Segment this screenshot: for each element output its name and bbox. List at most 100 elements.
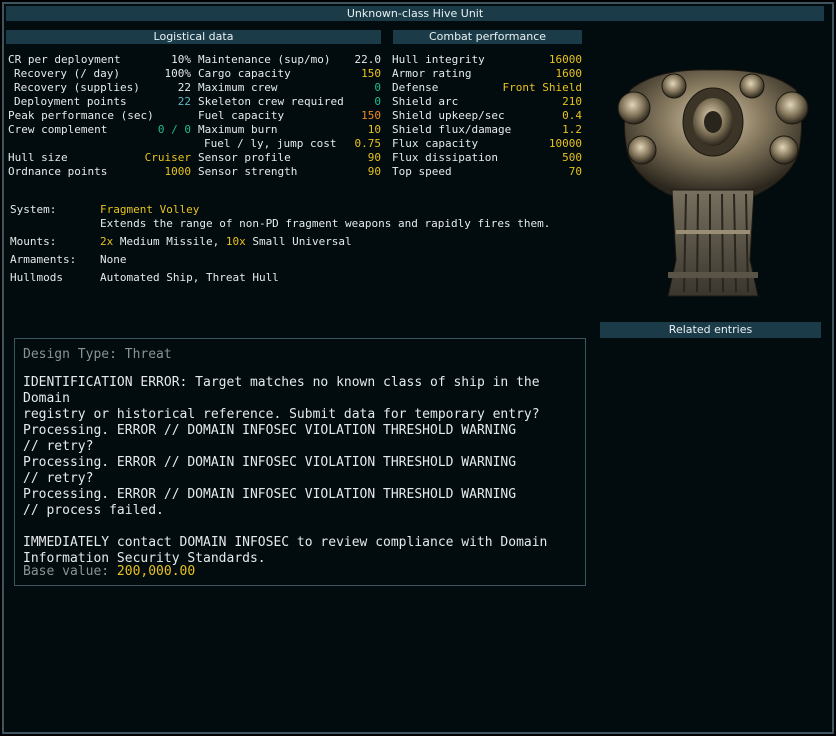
armaments-label: Armaments: [10, 253, 77, 266]
combat-stat-value: 70 [568, 165, 582, 178]
mounts-label: Mounts: [10, 235, 57, 248]
logistical-stat-label: Fuel / ly, jump cost [204, 137, 337, 150]
combat-stat-value: 16000 [548, 53, 582, 66]
logistical-stat-row: Skeleton crew required 0 [198, 95, 381, 109]
logistical-stat-value: 10% [171, 53, 191, 66]
logistical-stat-row: Fuel / ly, jump cost 0.75 [198, 137, 381, 151]
logistical-stat-value: 150 [361, 109, 381, 122]
combat-stat-row: Defense Front Shield [392, 81, 582, 95]
description-box: Design Type: Threat IDENTIFICATION ERROR… [14, 338, 586, 586]
combat-stat-label: Top speed [392, 165, 452, 178]
combat-stat-row: Shield flux/damage 1.2 [392, 123, 582, 137]
combat-stat-row: Flux capacity 10000 [392, 137, 582, 151]
ship-image [610, 60, 816, 300]
base-value-label: Base value: [23, 564, 117, 579]
hullmods-label: Hullmods [10, 271, 63, 284]
logistical-stat-value: 150 [361, 67, 381, 80]
logistical-stat-value: 0 [374, 95, 381, 108]
logistical-stat-label: Skeleton crew required [198, 95, 344, 108]
combat-stat-row: Flux dissipation 500 [392, 151, 582, 165]
base-value-amount: 200,000.00 [116, 564, 196, 579]
logistical-stat-value: 22.0 [354, 53, 382, 66]
logistical-stat-label: Hull size [8, 151, 68, 164]
logistical-stat-value: 0.75 [354, 137, 382, 150]
combat-stat-value: Front Shield [502, 81, 582, 94]
design-type-value: Threat [124, 347, 172, 362]
logistical-stat-label: Ordnance points [8, 165, 108, 178]
logistical-stat-value: 22 [177, 81, 191, 94]
logistical-stat-row: Recovery (supplies) 22 [8, 81, 191, 95]
design-type: Design Type: Threat [23, 347, 172, 363]
combat-stat-value: 1.2 [562, 123, 582, 136]
combat-stat-label: Flux capacity [392, 137, 479, 150]
combat-stat-label: Defense [392, 81, 439, 94]
logistical-stat-label: Peak performance (sec) [8, 109, 154, 122]
logistical-stat-row: Peak performance (sec) [8, 109, 191, 123]
combat-header: Combat performance [393, 30, 582, 44]
logistical-stat-value: Cruiser [144, 151, 191, 164]
logistical-stat-row: Hull size Cruiser [8, 151, 191, 165]
combat-stat-row: Hull integrity 16000 [392, 53, 582, 67]
logistical-stat-label: Recovery (/ day) [14, 67, 120, 80]
logistical-stat-label: Recovery (supplies) [14, 81, 140, 94]
mounts-type-medium: Medium Missile, [113, 235, 226, 248]
logistical-stat-label: Sensor profile [198, 151, 291, 164]
logistical-stat-label: Fuel capacity [198, 109, 285, 122]
logistical-stat-value: 90 [367, 165, 381, 178]
description-text: IDENTIFICATION ERROR: Target matches no … [23, 375, 548, 566]
mounts-count-small: 10x [225, 235, 246, 248]
logistical-stat-row: Recovery (/ day) 100% [8, 67, 191, 81]
combat-stat-row: Shield arc 210 [392, 95, 582, 109]
logistical-stat-row: Ordnance points 1000 [8, 165, 191, 179]
combat-stat-label: Hull integrity [392, 53, 485, 66]
logistical-stat-label: CR per deployment [8, 53, 121, 66]
combat-stat-value: 10000 [548, 137, 582, 150]
mounts-count-medium: 2x [100, 235, 114, 248]
logistical-header: Logistical data [6, 30, 381, 44]
logistical-stat-value: 0 / 0 [157, 123, 191, 136]
logistical-stat-label: Maintenance (sup/mo) [198, 53, 331, 66]
combat-stat-value: 0.4 [562, 109, 582, 122]
logistical-stat-row: Sensor profile 90 [198, 151, 381, 165]
logistical-stat-label: Sensor strength [198, 165, 298, 178]
logistical-stat-row: Fuel capacity 150 [198, 109, 381, 123]
system-description: Extends the range of non-PD fragment wea… [100, 217, 551, 230]
logistical-stat-row: Maximum burn 10 [198, 123, 381, 137]
combat-stat-label: Flux dissipation [392, 151, 498, 164]
logistical-stat-label: Crew complement [8, 123, 108, 136]
logistical-stat-value: 100% [164, 67, 192, 80]
base-value: Base value: 200,000.00 [23, 564, 195, 580]
logistical-stat-label: Maximum crew [198, 81, 278, 94]
design-type-label: Design Type: [23, 347, 125, 362]
logistical-stat-row: Deployment points 22 [8, 95, 191, 109]
combat-stat-label: Shield flux/damage [392, 123, 512, 136]
combat-stat-value: 1600 [555, 67, 583, 80]
armaments-value: None [100, 253, 127, 266]
logistical-stat-label: Cargo capacity [198, 67, 291, 80]
combat-stat-label: Shield upkeep/sec [392, 109, 505, 122]
logistical-stat-value: 10 [367, 123, 381, 136]
combat-stat-value: 500 [562, 151, 582, 164]
combat-stat-value: 210 [562, 95, 582, 108]
logistical-stat-row: Maximum crew 0 [198, 81, 381, 95]
combat-stat-row: Top speed 70 [392, 165, 582, 179]
logistical-stat-row: Cargo capacity 150 [198, 67, 381, 81]
logistical-stat-row: Maintenance (sup/mo) 22.0 [198, 53, 381, 67]
related-entries-header: Related entries [600, 322, 821, 338]
combat-stat-row: Armor rating 1600 [392, 67, 582, 81]
logistical-stat-row: Crew complement 0 / 0 [8, 123, 191, 137]
hullmods-value: Automated Ship, Threat Hull [100, 271, 279, 284]
page-title: Unknown-class Hive Unit [6, 6, 824, 21]
logistical-stat-value: 0 [374, 81, 381, 94]
logistical-stat-value: 22 [177, 95, 191, 108]
combat-stat-label: Armor rating [392, 67, 472, 80]
hive-unit-ship-sprite [617, 69, 809, 297]
mounts-value: 2x Medium Missile, 10x Small Universal [100, 234, 352, 250]
combat-stat-row: Shield upkeep/sec 0.4 [392, 109, 582, 123]
logistical-stat-label: Deployment points [14, 95, 127, 108]
logistical-stat-value: 90 [367, 151, 381, 164]
combat-stat-label: Shield arc [392, 95, 459, 108]
mounts-type-small: Small Universal [245, 235, 352, 248]
logistical-stat-label: Maximum burn [198, 123, 278, 136]
logistical-stat-row [8, 137, 191, 151]
